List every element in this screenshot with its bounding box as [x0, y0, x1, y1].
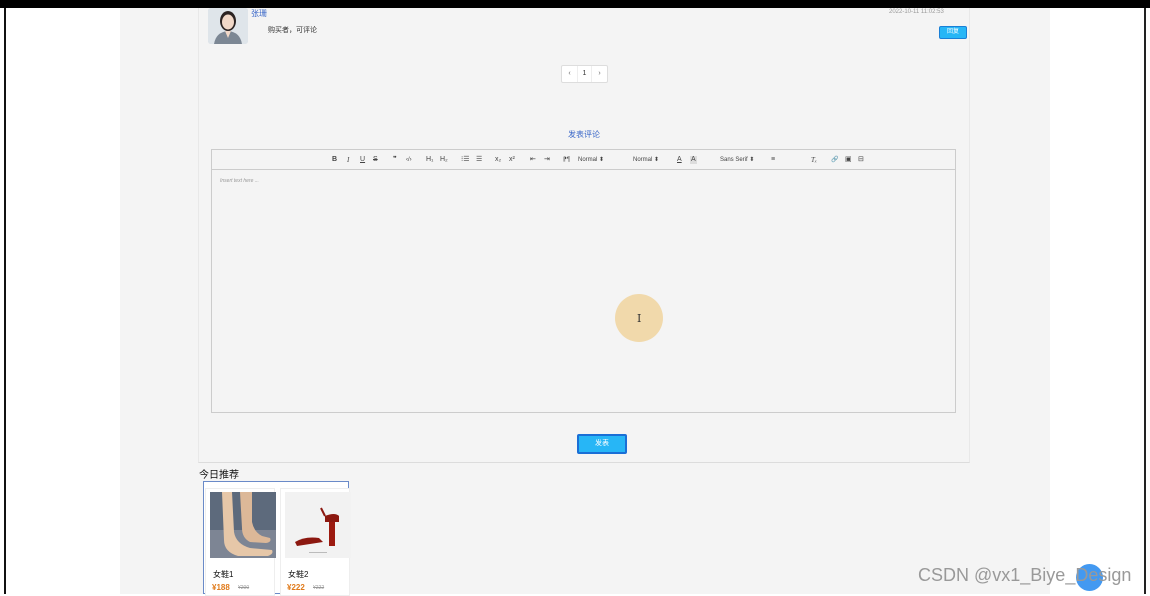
pager-next-button[interactable]: ›	[592, 66, 607, 82]
image-button[interactable]: ▣	[845, 156, 852, 164]
bold-button[interactable]: B	[332, 156, 337, 164]
avatar-photo	[208, 8, 248, 44]
window-top-bar	[0, 0, 1150, 8]
blockquote-button[interactable]: ❞	[393, 156, 397, 164]
align-select[interactable]: ≡	[771, 156, 775, 164]
pager-page-1[interactable]: 1	[577, 66, 592, 82]
submit-comment-button[interactable]: 发表	[577, 434, 627, 454]
pagination: ‹ 1 ›	[561, 65, 608, 83]
video-button[interactable]: ⊟	[858, 156, 864, 164]
window-left-edge	[0, 8, 6, 594]
comment-timestamp: 2022-10-11 11:02:53	[889, 9, 944, 15]
shoe-red-image	[285, 492, 351, 558]
rich-text-editor: B I U S ❞ ‹/› H₁ H₂ ⁝☰ ☰ x₂ x² ⇤ ⇥ ⁋¶ No…	[211, 149, 956, 413]
reply-button[interactable]: 回复	[939, 26, 967, 39]
recommend-list: 女鞋1 ¥188 ¥200 女鞋2 ¥222 ¥222	[203, 481, 351, 596]
ordered-list-button[interactable]: ⁝☰	[461, 156, 470, 164]
text-cursor-icon: I	[637, 312, 642, 325]
commenter-avatar	[208, 8, 248, 44]
header-select[interactable]: Normal ⬍	[633, 156, 659, 164]
font-select[interactable]: Sans Serif ⬍	[720, 156, 754, 164]
product-card[interactable]: 女鞋1 ¥188 ¥200	[205, 488, 276, 596]
header1-button[interactable]: H₁	[426, 156, 433, 164]
commenter-name[interactable]: 张珊	[251, 8, 267, 19]
product-card[interactable]: 女鞋2 ¥222 ¥222	[280, 488, 351, 596]
text-color-button[interactable]: A	[677, 156, 682, 164]
product-image	[210, 492, 276, 558]
recommend-title: 今日推荐	[199, 470, 239, 481]
shoe-nude-image	[210, 492, 276, 558]
product-name[interactable]: 女鞋1	[213, 569, 233, 580]
text-direction-button[interactable]: ⁋¶	[563, 156, 570, 164]
header2-button[interactable]: H₂	[440, 156, 448, 164]
clean-format-button[interactable]: Tₓ	[811, 156, 817, 164]
subscript-button[interactable]: x₂	[495, 156, 501, 164]
product-price: ¥188	[212, 583, 230, 592]
underline-button[interactable]: U	[360, 156, 365, 164]
product-name[interactable]: 女鞋2	[288, 569, 308, 580]
product-image	[285, 492, 351, 558]
watermark-text: CSDN @vx1_Biye_Design	[918, 565, 1132, 585]
size-select[interactable]: Normal ⬍	[578, 156, 604, 164]
background-color-button[interactable]: A	[690, 156, 697, 164]
product-old-price: ¥222	[313, 585, 325, 591]
editor-placeholder[interactable]: Insert text here ...	[220, 178, 259, 184]
editor-toolbar: B I U S ❞ ‹/› H₁ H₂ ⁝☰ ☰ x₂ x² ⇤ ⇥ ⁋¶ No…	[212, 150, 955, 170]
link-button[interactable]: 🔗	[831, 156, 838, 164]
outdent-button[interactable]: ⇤	[530, 156, 536, 164]
bullet-list-button[interactable]: ☰	[476, 156, 482, 164]
window-right-edge	[1144, 8, 1150, 594]
product-price: ¥222	[287, 583, 305, 592]
superscript-button[interactable]: x²	[509, 156, 515, 164]
post-comment-title: 发表评论	[568, 130, 600, 139]
pager-prev-button[interactable]: ‹	[562, 66, 577, 82]
code-block-button[interactable]: ‹/›	[406, 156, 412, 164]
strike-button[interactable]: S	[373, 156, 378, 164]
product-old-price: ¥200	[238, 585, 250, 591]
italic-button[interactable]: I	[347, 156, 349, 164]
indent-button[interactable]: ⇥	[544, 156, 550, 164]
comment-text: 购买者，可评论	[268, 27, 317, 34]
